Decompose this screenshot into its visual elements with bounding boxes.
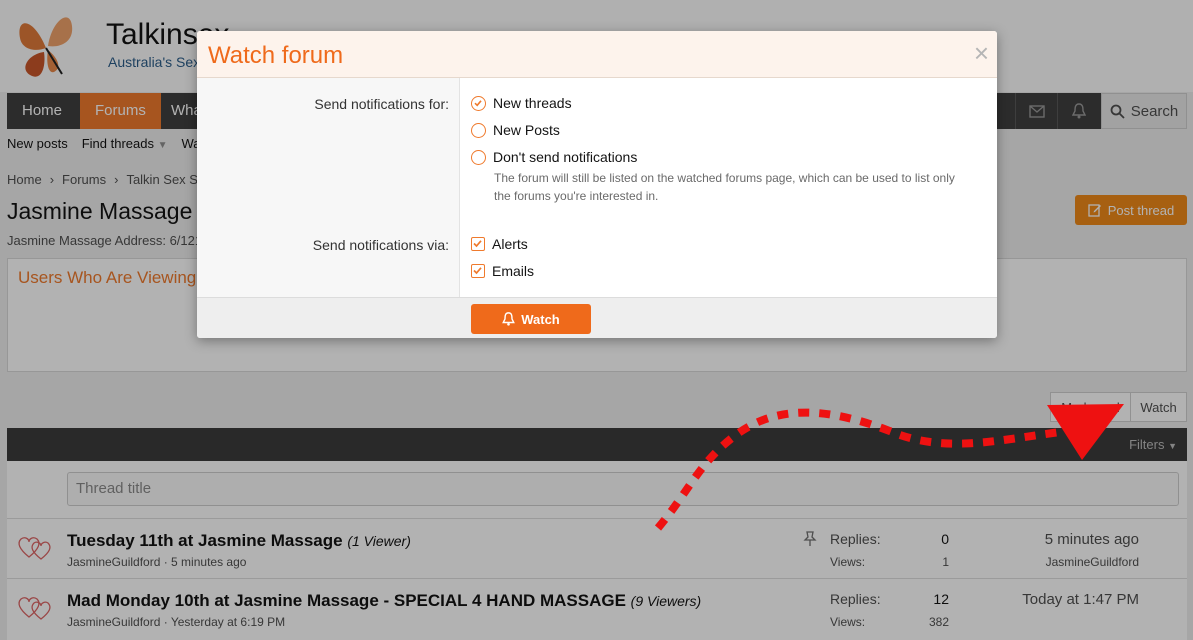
check-icon xyxy=(473,240,482,248)
check-icon xyxy=(474,99,482,106)
option-label: Don't send notifications xyxy=(493,149,638,165)
close-icon[interactable]: × xyxy=(974,40,989,66)
option-label: Alerts xyxy=(492,236,528,252)
radio-unselected[interactable] xyxy=(471,149,486,165)
radio-selected[interactable] xyxy=(471,95,486,111)
option-alerts[interactable]: Alerts xyxy=(471,236,528,252)
checkbox-checked[interactable] xyxy=(471,264,485,278)
watch-submit-label: Watch xyxy=(521,311,560,327)
form-label-column: Send notifications for: Send notificatio… xyxy=(197,78,460,297)
notify-for-label: Send notifications for: xyxy=(314,96,449,112)
option-label: New Posts xyxy=(493,122,560,138)
option-label: New threads xyxy=(493,95,572,111)
watch-submit-button[interactable]: Watch xyxy=(471,304,591,334)
dialog-footer: Watch xyxy=(197,297,997,338)
dialog-title: Watch forum xyxy=(208,42,344,69)
checkbox-checked[interactable] xyxy=(471,237,485,251)
option-label: Emails xyxy=(492,263,535,279)
option-hint: The forum will still be listed on the wa… xyxy=(494,171,955,203)
radio-unselected[interactable] xyxy=(471,122,486,138)
bell-icon xyxy=(502,312,516,326)
option-new-posts[interactable]: New Posts xyxy=(471,122,560,138)
watch-forum-dialog: Watch forum × Send notifications for: Se… xyxy=(197,31,997,338)
notify-via-label: Send notifications via: xyxy=(312,237,449,253)
dialog-header: Watch forum × xyxy=(197,31,997,78)
option-new-threads[interactable]: New threads xyxy=(471,95,572,111)
option-dont-send[interactable]: Don't send notifications xyxy=(471,149,637,165)
check-icon xyxy=(473,267,482,275)
option-emails[interactable]: Emails xyxy=(471,263,534,279)
